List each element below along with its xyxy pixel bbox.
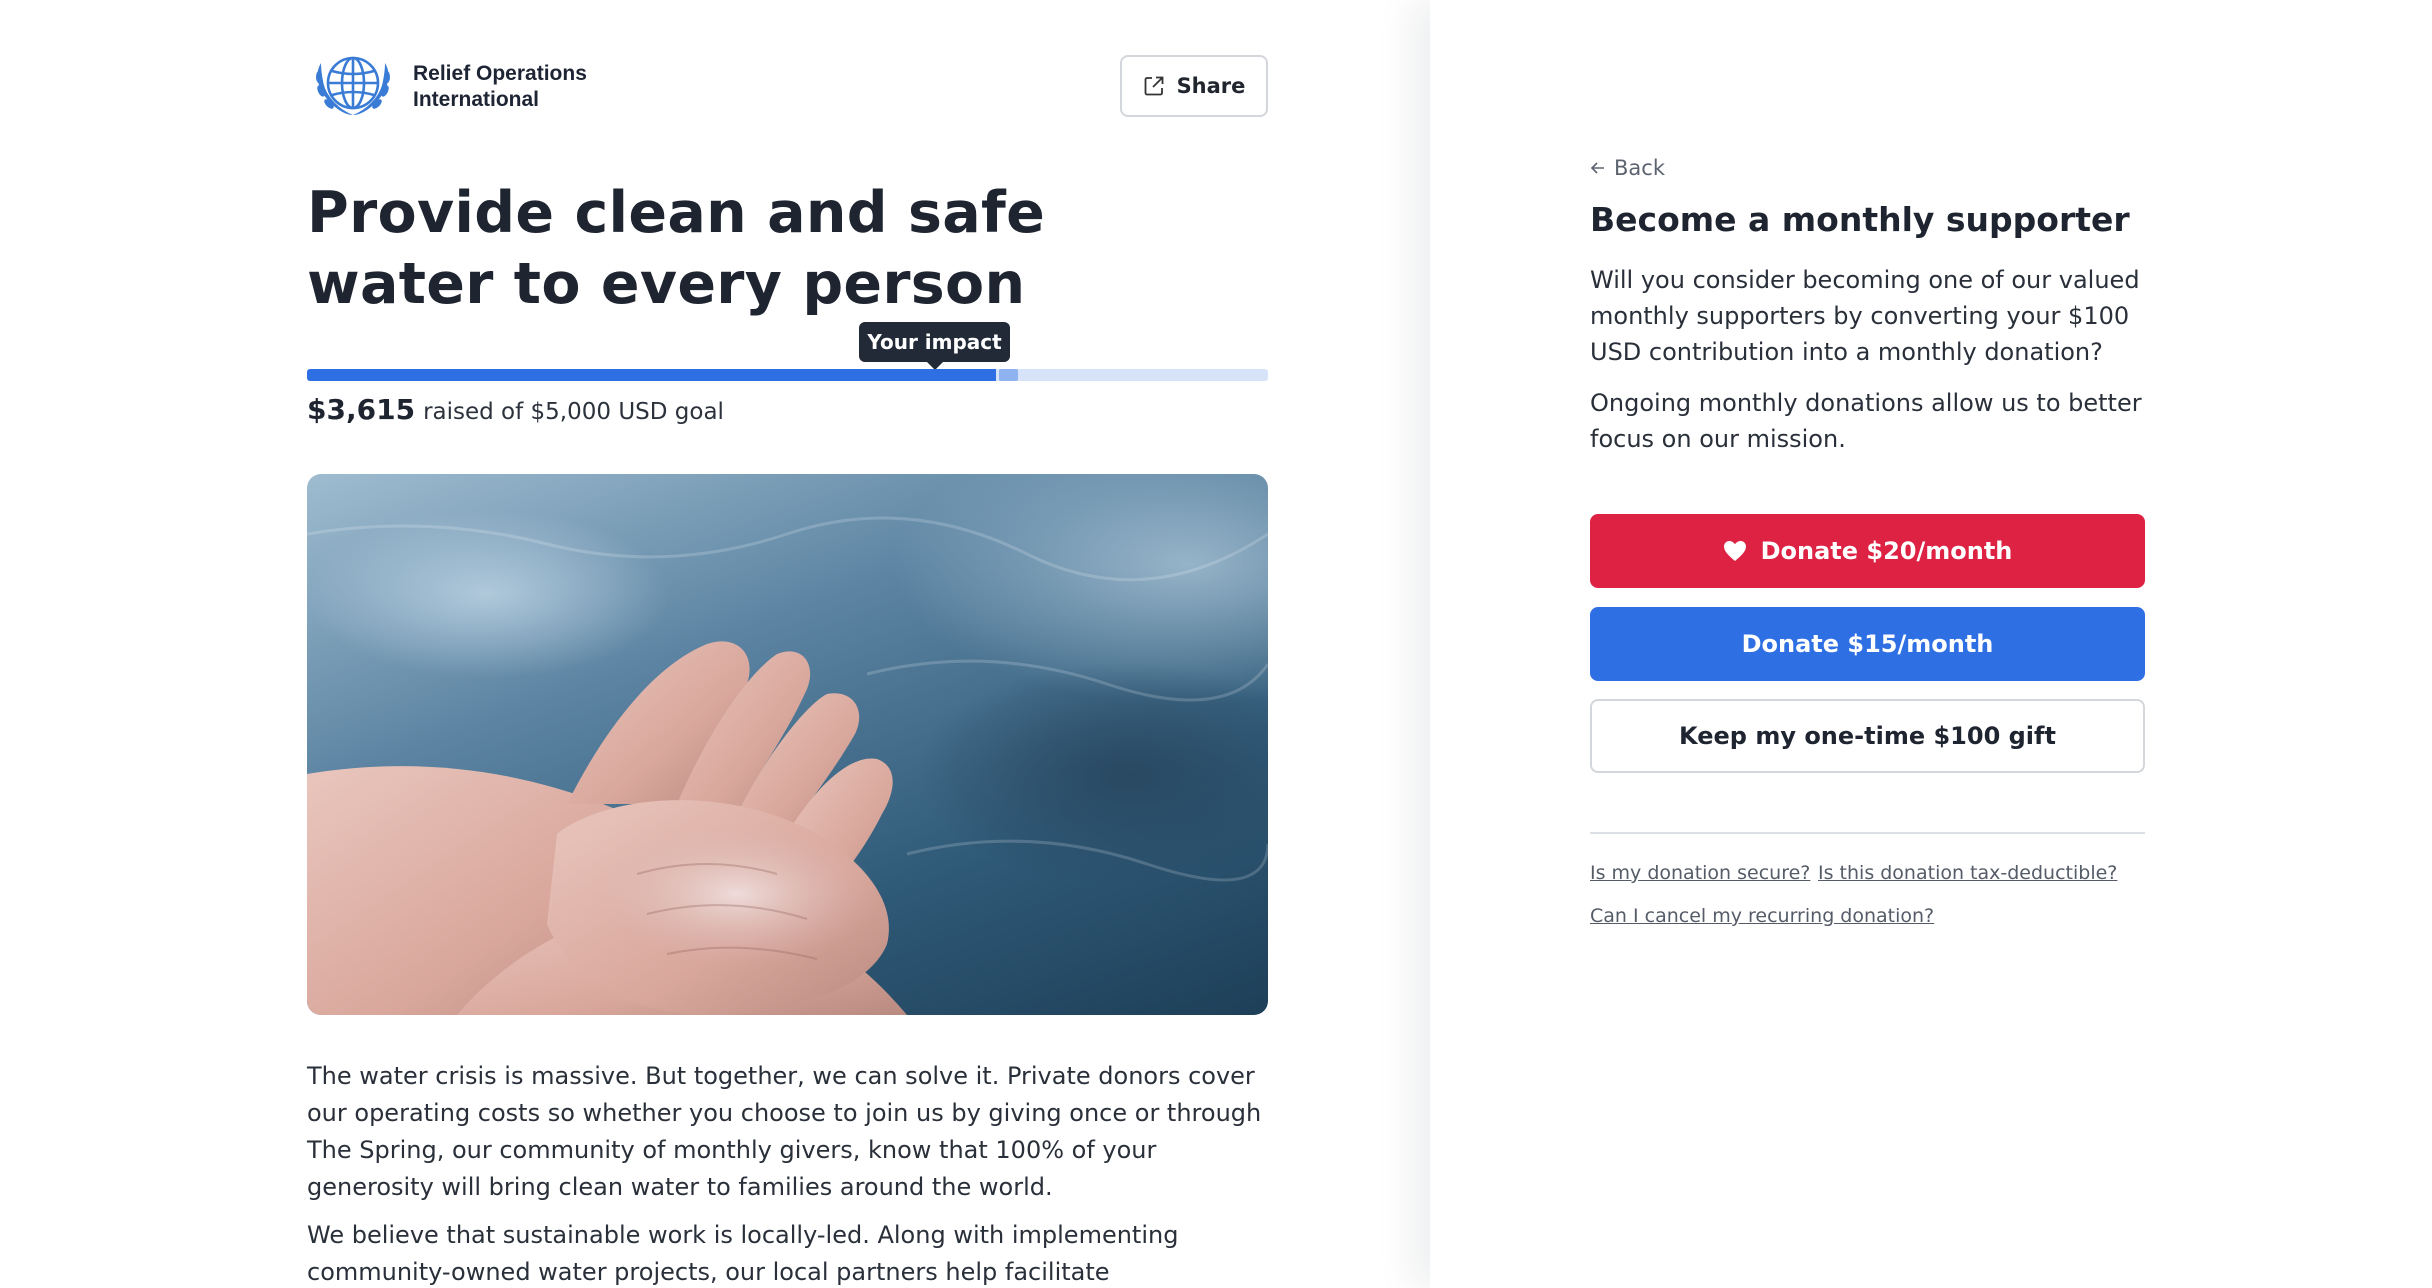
donate-15-label: Donate $15/month: [1741, 630, 1994, 658]
org-name: Relief Operations International: [413, 62, 587, 111]
hero-image-hands-water: [307, 474, 1268, 1015]
heart-icon: [1723, 541, 1746, 561]
globe-laurel-logo-icon: [316, 56, 390, 115]
faq-link-tax-deductible[interactable]: Is this donation tax-deductible?: [1818, 862, 2117, 884]
brand[interactable]: Relief Operations International: [307, 47, 633, 127]
arrow-left-icon: [1590, 162, 1604, 174]
description-paragraph-2: We believe that sustainable work is loca…: [307, 1221, 1179, 1286]
hands-illustration: [307, 516, 1268, 1015]
progress-your-impact: [999, 369, 1018, 381]
campaign-description: The water crisis is massive. But togethe…: [307, 1058, 1267, 1288]
share-button[interactable]: Share: [1120, 55, 1268, 117]
keep-one-time-gift-button[interactable]: Keep my one-time $100 gift: [1590, 699, 2145, 773]
raised-goal-text: raised of $5,000 USD goal: [423, 399, 724, 425]
monthly-upsell-panel: Back Become a monthly supporter Will you…: [1430, 0, 2432, 1288]
progress-raised: [307, 369, 996, 381]
keep-one-time-label: Keep my one-time $100 gift: [1679, 722, 2056, 750]
back-label: Back: [1614, 156, 1665, 180]
donate-20-monthly-button[interactable]: Donate $20/month: [1590, 514, 2145, 588]
back-link[interactable]: Back: [1590, 156, 1665, 180]
campaign-headline: Provide clean and safe water to every pe…: [307, 180, 1046, 317]
fundraising-progress-bar: [307, 369, 1268, 381]
faq-link-secure[interactable]: Is my donation secure?: [1590, 862, 1810, 884]
share-icon: [1144, 76, 1163, 96]
faq-link-cancel-recurring[interactable]: Can I cancel my recurring donation?: [1590, 905, 1934, 927]
share-label: Share: [1176, 74, 1246, 98]
donate-20-label: Donate $20/month: [1760, 537, 2013, 565]
donate-15-monthly-button[interactable]: Donate $15/month: [1590, 607, 2145, 681]
description-paragraph-1: The water crisis is massive. But togethe…: [307, 1062, 1262, 1201]
raised-amount: $3,615: [307, 393, 416, 426]
raised-summary: $3,615 raised of $5,000 USD goal: [307, 393, 724, 426]
page: Relief Operations International Share Pr…: [0, 0, 2432, 1288]
divider: [1590, 832, 2145, 834]
campaign-page: Relief Operations International Share Pr…: [0, 0, 1430, 1288]
impact-tooltip: Your impact: [859, 322, 1010, 370]
modal-paragraph-2: Ongoing monthly donations allow us to be…: [1590, 389, 2142, 453]
modal-paragraph-1: Will you consider becoming one of our va…: [1590, 266, 2140, 366]
modal-title: Become a monthly supporter: [1590, 200, 2130, 239]
